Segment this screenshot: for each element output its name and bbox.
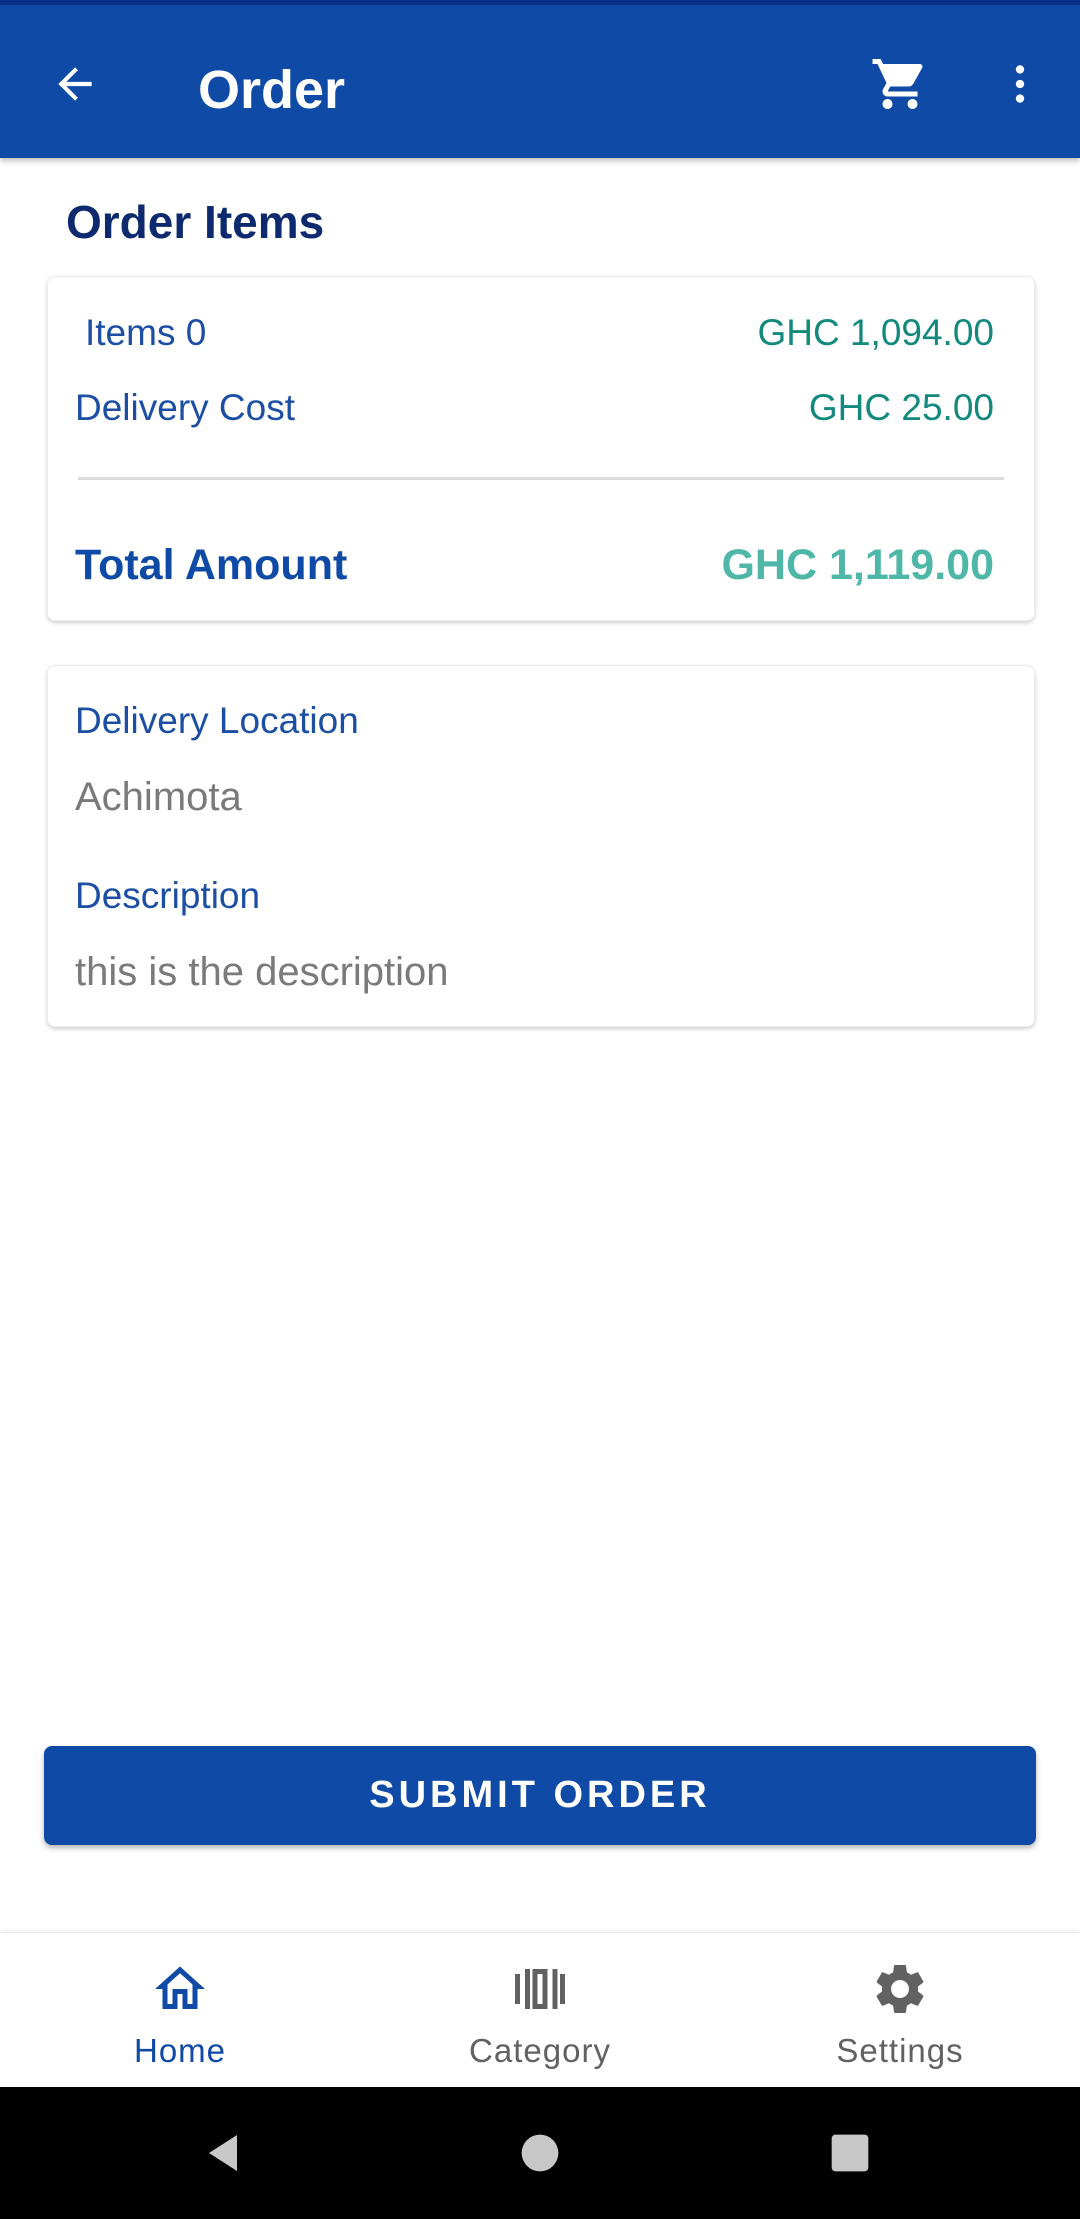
page-title: Order: [198, 60, 346, 120]
nav-label-category: Category: [469, 2032, 611, 2069]
delivery-cost-label: Delivery Cost: [75, 387, 295, 428]
submit-order-button[interactable]: SUBMIT ORDER: [44, 1746, 1036, 1845]
delivery-details-card: Delivery Location Achimota Description t…: [47, 665, 1035, 1027]
overflow-menu-button[interactable]: [985, 49, 1055, 119]
back-button[interactable]: [40, 49, 110, 119]
square-recents-icon: [831, 2134, 869, 2172]
cart-icon: [872, 59, 923, 109]
system-recents-button[interactable]: [820, 2123, 880, 2183]
nav-item-home[interactable]: Home: [0, 1933, 360, 2088]
system-back-button[interactable]: [195, 2123, 255, 2183]
divider: [78, 477, 1004, 480]
system-navigation-bar: [0, 2087, 1080, 2219]
cart-button[interactable]: [860, 49, 940, 119]
category-carousel-icon: [515, 1969, 565, 2009]
home-icon: [155, 1966, 205, 2009]
gear-icon: [876, 1965, 924, 2013]
nav-item-category[interactable]: Category: [360, 1933, 720, 2088]
items-label: Items 0: [85, 312, 207, 353]
nav-label-settings: Settings: [836, 2032, 964, 2069]
circle-home-icon: [521, 2134, 559, 2172]
total-amount-label: Total Amount: [75, 541, 348, 589]
bottom-navigation: Home Category Settings: [0, 1932, 1080, 2088]
description-label: Description: [75, 875, 261, 916]
arrow-left-icon: [58, 67, 92, 101]
delivery-location-label: Delivery Location: [75, 700, 359, 741]
description-value: this is the description: [75, 950, 449, 994]
delivery-cost-value: GHC 25.00: [808, 387, 994, 428]
more-vert-icon: [1015, 65, 1025, 103]
system-home-button[interactable]: [510, 2123, 570, 2183]
delivery-location-value: Achimota: [75, 775, 242, 819]
order-summary-card: Items 0 GHC 1,094.00 Delivery Cost GHC 2…: [47, 276, 1035, 621]
items-value: GHC 1,094.00: [757, 312, 994, 353]
triangle-back-icon: [209, 2135, 237, 2171]
section-title: Order Items: [66, 196, 325, 248]
nav-item-settings[interactable]: Settings: [720, 1933, 1080, 2088]
total-amount-value: GHC 1,119.00: [721, 541, 994, 589]
nav-label-home: Home: [133, 2032, 227, 2069]
app-bar: Order: [0, 5, 1080, 158]
